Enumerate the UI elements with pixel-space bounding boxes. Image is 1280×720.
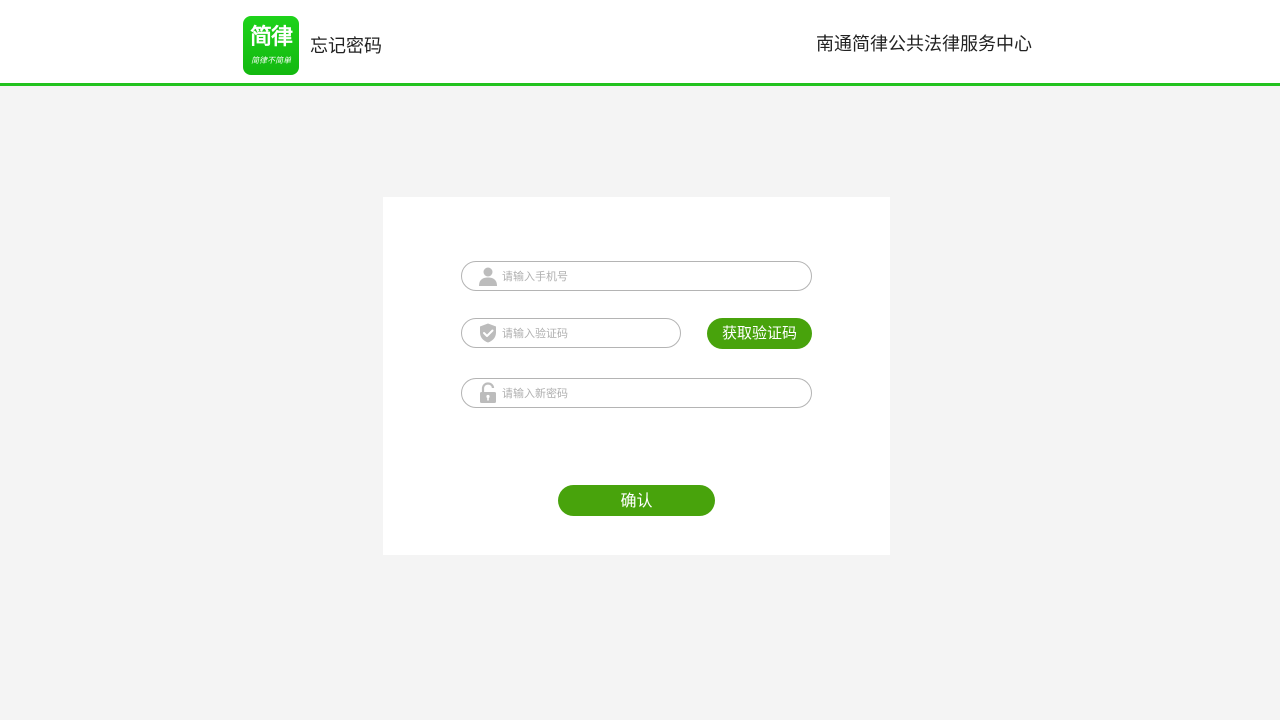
new-password-field[interactable]: [461, 378, 812, 408]
confirm-button[interactable]: 确认: [558, 485, 715, 516]
get-code-button[interactable]: 获取验证码: [707, 318, 812, 349]
page-title: 忘记密码: [310, 36, 382, 57]
user-icon: [479, 267, 497, 286]
org-name: 南通简律公共法律服务中心: [816, 34, 1032, 55]
app-logo: 简律 简律不简单: [243, 16, 299, 75]
code-field[interactable]: [461, 318, 681, 348]
code-input[interactable]: [502, 323, 672, 343]
phone-input[interactable]: [502, 266, 802, 286]
logo-main-text: 简律: [249, 25, 293, 50]
logo-sub-text: 简律不简单: [251, 56, 291, 65]
phone-field[interactable]: [461, 261, 812, 291]
shield-check-icon: [480, 323, 496, 343]
reset-password-card: 获取验证码 确认: [383, 197, 890, 555]
header: 简律 简律不简单 忘记密码 南通简律公共法律服务中心: [0, 0, 1280, 86]
unlock-icon: [480, 382, 496, 403]
new-password-input[interactable]: [502, 383, 802, 403]
